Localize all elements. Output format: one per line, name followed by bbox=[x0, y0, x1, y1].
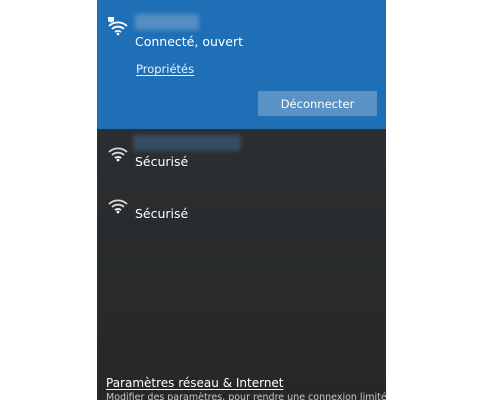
properties-link[interactable]: Propriétés bbox=[136, 62, 194, 76]
disconnect-button[interactable]: Déconnecter bbox=[258, 91, 377, 116]
network-flyout: Connecté, ouvert Propriétés Déconnecter … bbox=[97, 0, 386, 400]
network-settings-description: Modifier des paramètres, pour rendre une… bbox=[106, 392, 386, 400]
connection-status: Connecté, ouvert bbox=[135, 34, 244, 49]
network-name-redacted bbox=[135, 14, 199, 30]
network-security-status: Sécurisé bbox=[135, 154, 189, 169]
network-settings-link[interactable]: Paramètres réseau & Internet bbox=[106, 376, 284, 390]
network-list-item[interactable]: Sécurisé bbox=[97, 185, 386, 237]
wifi-icon bbox=[107, 142, 129, 162]
network-security-status: Sécurisé bbox=[135, 206, 189, 221]
wifi-secured-icon bbox=[107, 16, 129, 36]
wifi-icon bbox=[107, 194, 129, 214]
connected-network-panel[interactable]: Connecté, ouvert Propriétés Déconnecter bbox=[97, 0, 386, 129]
network-list-item[interactable]: Sécurisé bbox=[97, 132, 386, 184]
network-name-redacted bbox=[133, 135, 241, 151]
